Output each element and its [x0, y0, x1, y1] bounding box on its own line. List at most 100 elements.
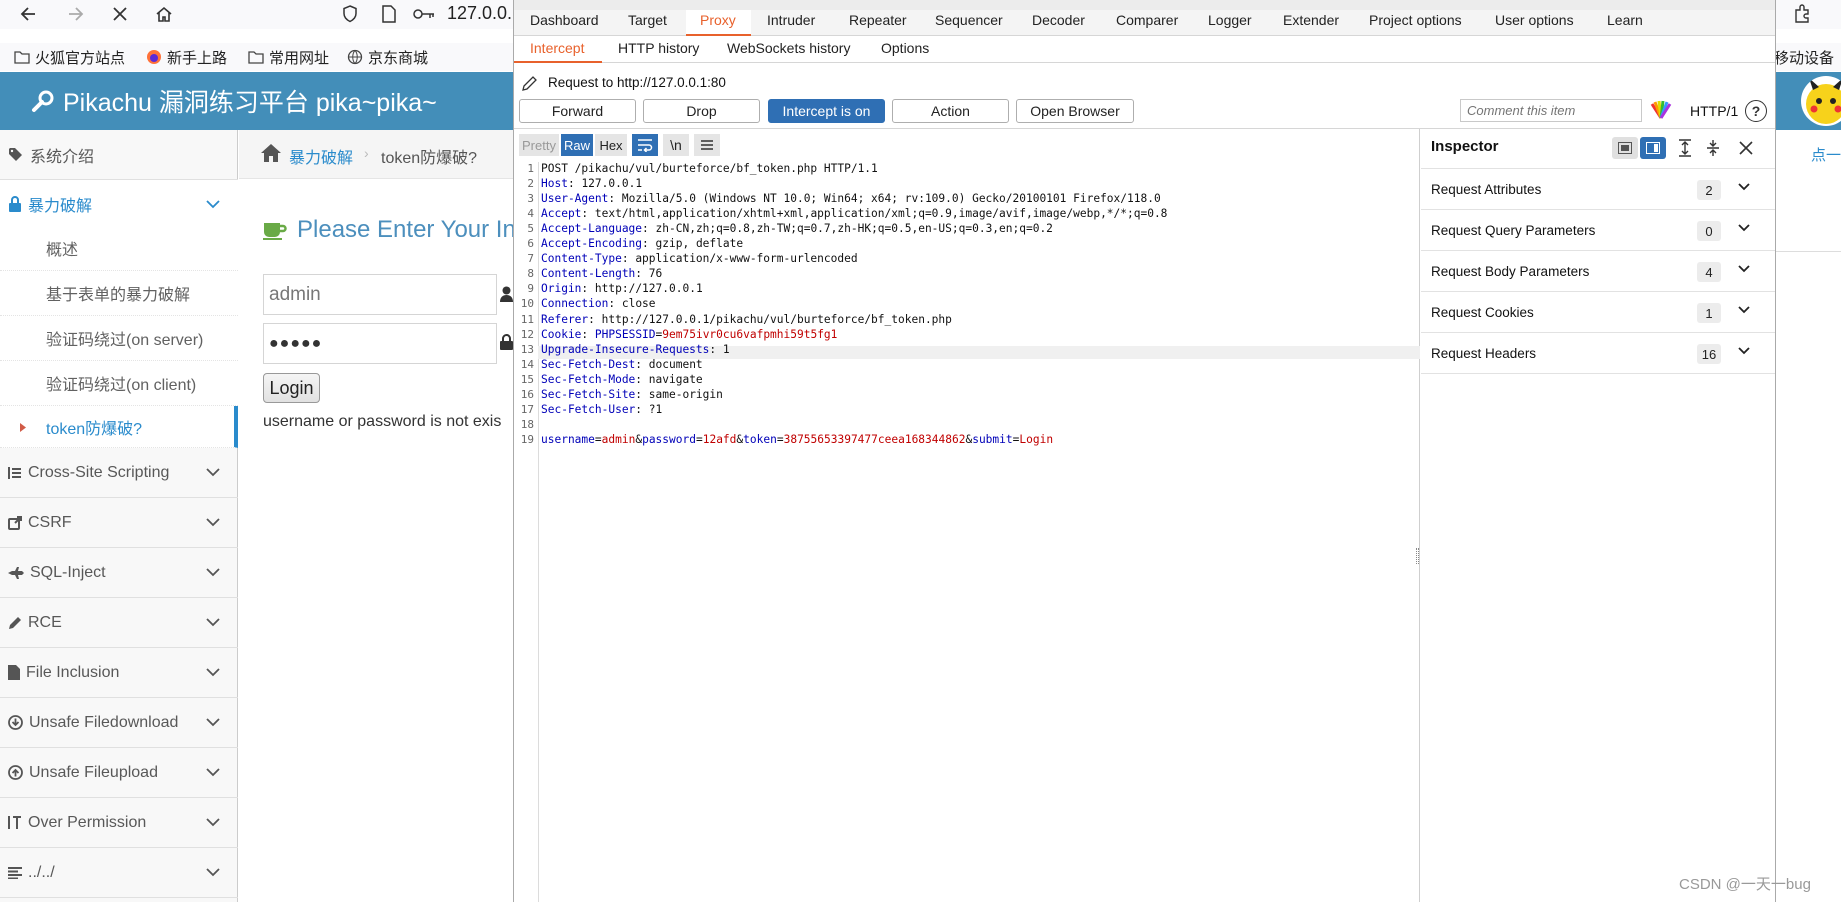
header-value: close	[621, 297, 656, 311]
login-button[interactable]: Login	[263, 373, 320, 403]
subtab-intercept[interactable]: Intercept	[530, 40, 584, 62]
header-name: Cookie	[541, 327, 582, 341]
drop-button[interactable]: Drop	[643, 99, 760, 123]
layout-vertical-button[interactable]	[1640, 137, 1666, 159]
intercept-toggle-button[interactable]: Intercept is on	[768, 99, 885, 123]
submenu-item-overview[interactable]: 概述	[0, 226, 238, 271]
editor-menu-button[interactable]	[694, 134, 720, 156]
sidebar-item-label: Unsafe Filedownload	[29, 713, 179, 731]
address-bar[interactable]: 127.0.0.1	[447, 3, 522, 24]
subtab-http-history[interactable]: HTTP history	[618, 40, 699, 62]
tab-learn[interactable]: Learn	[1607, 12, 1643, 36]
inspector-count-badge: 2	[1697, 180, 1721, 200]
tab-intruder[interactable]: Intruder	[767, 12, 815, 36]
inspector-row-label: Request Attributes	[1431, 181, 1542, 197]
extensions-icon[interactable]	[1790, 2, 1814, 26]
tab-comparer[interactable]: Comparer	[1116, 12, 1178, 36]
tab-logger[interactable]: Logger	[1208, 12, 1252, 36]
tab-extender[interactable]: Extender	[1283, 12, 1339, 36]
collapse-all-icon[interactable]	[1705, 139, 1721, 157]
header-colon: :	[581, 207, 595, 221]
upload-icon	[8, 765, 23, 780]
line-number: 17	[520, 402, 534, 416]
submenu-item-captcha-client[interactable]: 验证码绕过(on client)	[0, 361, 238, 406]
sidebar-item-brute-force[interactable]: 暴力破解	[0, 180, 238, 228]
bookmark-mobile[interactable]: 移动设备	[1774, 46, 1834, 68]
home-icon[interactable]	[260, 143, 282, 163]
close-icon[interactable]	[1739, 141, 1753, 155]
chevron-down-icon	[206, 818, 220, 827]
key-icon[interactable]	[412, 5, 436, 23]
inspector-row-label: Request Headers	[1431, 345, 1537, 361]
layout-horizontal-button[interactable]	[1612, 137, 1638, 159]
wrap-lines-button[interactable]	[632, 134, 658, 156]
tab-project-options[interactable]: Project options	[1369, 12, 1462, 36]
page-icon[interactable]	[380, 4, 398, 24]
stop-button[interactable]	[107, 2, 133, 26]
hex-view-button[interactable]: Hex	[595, 134, 627, 156]
inspector-cookies[interactable]: Request Cookies 1	[1421, 292, 1775, 333]
subtab-options[interactable]: Options	[881, 40, 929, 62]
submenu-item-captcha-server[interactable]: 验证码绕过(on server)	[0, 316, 238, 361]
sidebar-item-dotdot[interactable]: ../../	[0, 848, 238, 898]
username-field[interactable]: admin	[263, 274, 497, 315]
back-button[interactable]	[16, 2, 42, 26]
sidebar-item-over-permission[interactable]: Over Permission	[0, 798, 238, 848]
tab-repeater[interactable]: Repeater	[849, 12, 907, 36]
site-title[interactable]: Pikachu 漏洞练习平台 pika~pika~	[31, 82, 437, 120]
sidebar-item-label: 暴力破解	[28, 197, 93, 215]
forward-button[interactable]: Forward	[519, 99, 636, 123]
help-icon[interactable]: ?	[1745, 100, 1767, 122]
bookmark-firefox-official[interactable]: 火狐官方站点	[14, 46, 125, 68]
tab-decoder[interactable]: Decoder	[1032, 12, 1085, 36]
tab-user-options[interactable]: User options	[1495, 12, 1574, 36]
forward-button[interactable]	[62, 2, 88, 26]
pencil-icon[interactable]	[521, 74, 539, 92]
sidebar-item-rce[interactable]: RCE	[0, 598, 238, 648]
inspector-headers[interactable]: Request Headers 16	[1421, 333, 1775, 374]
inspector-body-parameters[interactable]: Request Body Parameters 4	[1421, 251, 1775, 292]
tab-dashboard[interactable]: Dashboard	[530, 12, 599, 36]
sidebar-item-sqli[interactable]: SQL-Inject	[0, 548, 238, 598]
submenu-item-form-brute[interactable]: 基于表单的暴力破解	[0, 271, 238, 316]
shield-icon[interactable]	[340, 4, 360, 24]
inspector-count-badge: 0	[1697, 221, 1721, 241]
show-newlines-button[interactable]: \n	[663, 134, 689, 156]
sidebar-item-filedownload[interactable]: Unsafe Filedownload	[0, 698, 238, 748]
highlight-color-icon[interactable]	[1650, 100, 1672, 120]
header-value: 76	[648, 267, 663, 281]
inspector-request-attributes[interactable]: Request Attributes 2	[1421, 169, 1775, 210]
right-link[interactable]: 点一	[1811, 144, 1841, 165]
expand-all-icon[interactable]	[1677, 139, 1693, 157]
http-version-selector[interactable]: HTTP/1	[1690, 103, 1738, 119]
header-name: Content-Length	[541, 267, 636, 281]
header-colon: :	[709, 342, 723, 356]
bookmark-common-sites[interactable]: 常用网址	[248, 46, 329, 68]
sidebar-item-csrf[interactable]: CSRF	[0, 498, 238, 548]
subtab-websockets-history[interactable]: WebSockets history	[727, 40, 850, 62]
sidebar-item-intro[interactable]: 系统介绍	[0, 130, 238, 180]
submenu-item-token[interactable]: token防爆破?	[0, 406, 238, 448]
action-button[interactable]: Action	[892, 99, 1009, 123]
tab-proxy[interactable]: Proxy	[700, 12, 736, 36]
bookmark-jd[interactable]: 京东商城	[347, 46, 428, 68]
open-browser-button[interactable]: Open Browser	[1016, 99, 1134, 123]
sidebar-item-fileupload[interactable]: Unsafe Fileupload	[0, 748, 238, 798]
home-button[interactable]	[151, 2, 177, 26]
sidebar-item-label: RCE	[28, 613, 62, 631]
tab-sequencer[interactable]: Sequencer	[935, 12, 1003, 36]
sidebar-item-xss[interactable]: Cross-Site Scripting	[0, 448, 238, 498]
chevron-down-icon	[206, 568, 220, 577]
tab-target[interactable]: Target	[628, 12, 667, 36]
raw-view-button[interactable]: Raw	[561, 134, 593, 156]
pretty-view-button[interactable]: Pretty	[519, 134, 559, 156]
sidebar-item-file-inclusion[interactable]: File Inclusion	[0, 648, 238, 698]
comment-input[interactable]	[1460, 99, 1642, 122]
breadcrumb-link[interactable]: 暴力破解	[289, 144, 353, 168]
pane-resize-handle[interactable]	[1416, 548, 1419, 564]
header-value: text/html,application/xhtml+xml,applicat…	[594, 207, 1168, 221]
bookmark-getting-started[interactable]: 新手上路	[146, 46, 227, 68]
line-number: 10	[520, 297, 534, 311]
password-field[interactable]: ●●●●●	[263, 323, 497, 364]
inspector-query-parameters[interactable]: Request Query Parameters 0	[1421, 210, 1775, 251]
